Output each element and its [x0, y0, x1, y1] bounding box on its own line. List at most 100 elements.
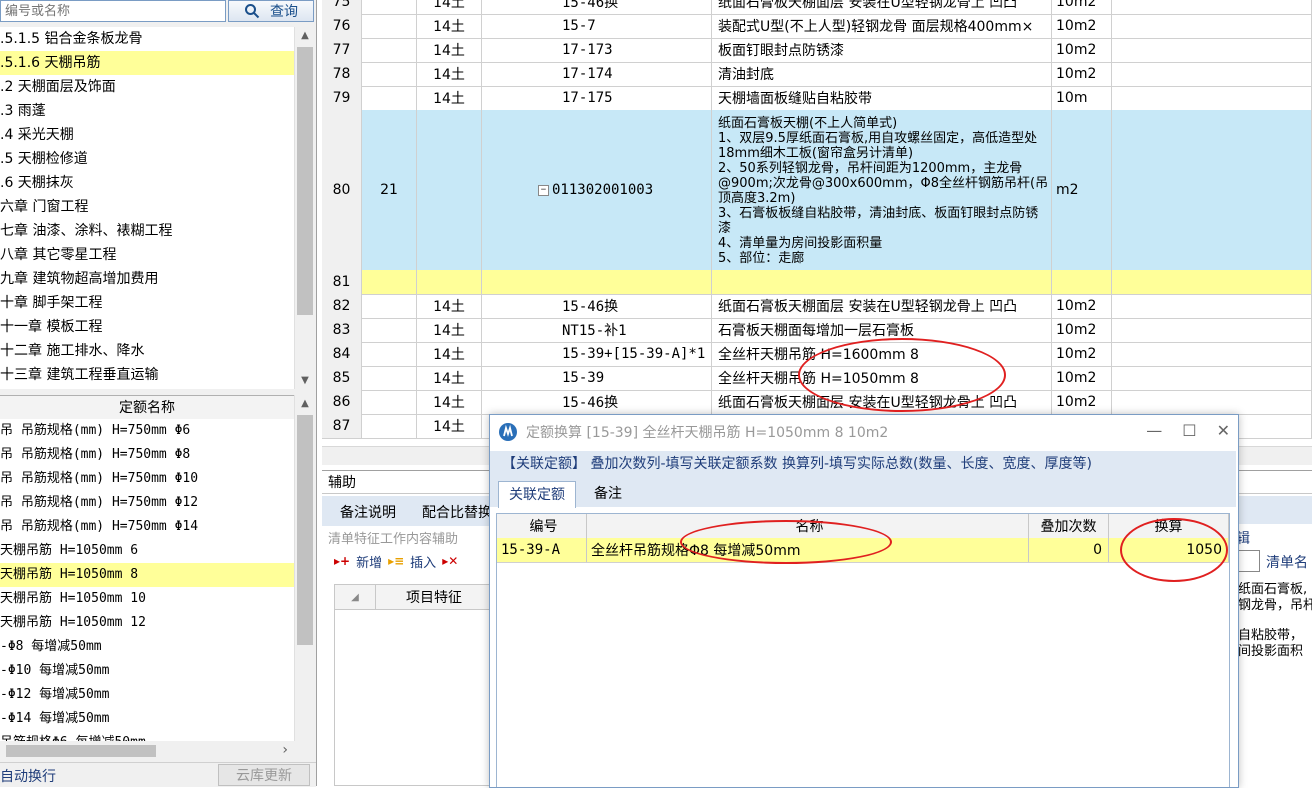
- search-icon: [245, 4, 260, 19]
- tree-item[interactable]: 十三章 建筑工程垂直运输: [0, 363, 294, 387]
- list-item[interactable]: 吊 吊筋规格(mm) H=750mm Φ12: [0, 491, 294, 515]
- list-item[interactable]: 天棚吊筋 H=1050mm 12: [0, 611, 294, 635]
- hscroll-thumb[interactable]: [6, 745, 156, 757]
- maximize-icon[interactable]: ☐: [1182, 421, 1196, 440]
- quota-scrollbar[interactable]: ▲: [294, 395, 315, 741]
- add-button[interactable]: 新增: [356, 552, 382, 571]
- auto-wrap-toggle[interactable]: 自动换行: [0, 766, 56, 786]
- row-unit: 10m: [1052, 86, 1112, 110]
- add-icon[interactable]: ▸+: [334, 554, 350, 568]
- row-seq: [362, 390, 417, 414]
- list-item[interactable]: 天棚吊筋 H=1050mm 10: [0, 587, 294, 611]
- tree-scroll-thumb[interactable]: [297, 47, 313, 315]
- list-item[interactable]: 吊 吊筋规格(mm) H=750mm Φ8: [0, 443, 294, 467]
- insert-icon[interactable]: ▸≡: [388, 554, 404, 568]
- detail-text-line: 钢龙骨，吊杆: [1238, 598, 1312, 613]
- dialog-tabs: 关联定额 备注: [490, 477, 1236, 508]
- scroll-right-icon[interactable]: ›: [282, 742, 288, 758]
- list-item[interactable]: -Φ12 每增减50mm: [0, 683, 294, 707]
- col-name-header[interactable]: 名称: [587, 514, 1029, 538]
- tree-item[interactable]: .4 采光天棚: [0, 123, 294, 147]
- table-row[interactable]: 77 14土 17-173 板面钉眼封点防锈漆 10m2: [322, 38, 1312, 63]
- row-unit: 10m2: [1052, 38, 1112, 62]
- search-input[interactable]: [1, 1, 225, 21]
- table-row[interactable]: 81: [322, 270, 1312, 295]
- list-item[interactable]: -Φ8 每增减50mm: [0, 635, 294, 659]
- collapse-icon[interactable]: −: [538, 184, 549, 196]
- tree-item[interactable]: .3 雨蓬: [0, 99, 294, 123]
- overlay-count-cell[interactable]: 0: [1029, 538, 1109, 562]
- detail-text-line: 自粘胶带，: [1238, 628, 1304, 643]
- quota-conversion-dialog: 定额换算 [15-39] 全丝杆天棚吊筋 H=1050mm 8 10m2 — ☐…: [489, 414, 1239, 788]
- col-conv-header[interactable]: 换算: [1109, 514, 1229, 538]
- row-code: 15-39: [482, 366, 712, 390]
- tree-item[interactable]: 七章 油漆、涂料、裱糊工程: [0, 219, 294, 243]
- dialog-hint: 【关联定额】 叠加次数列-填写关联定额系数 换算列-填写实际总数(数量、长度、宽…: [490, 451, 1236, 477]
- tab-remark-desc[interactable]: 备注说明: [340, 502, 396, 522]
- tree-scrollbar[interactable]: ▲ ▼: [294, 27, 315, 389]
- row-unit: 10m2: [1052, 0, 1112, 14]
- list-name-label: 清单名: [1266, 555, 1308, 571]
- tree-item[interactable]: 十二章 施工排水、降水: [0, 339, 294, 363]
- close-icon[interactable]: ✕: [1217, 421, 1230, 440]
- tree-item[interactable]: .6 天棚抹灰: [0, 171, 294, 195]
- col-code-header[interactable]: 编号: [497, 514, 587, 538]
- quota-name-header[interactable]: 定额名称: [0, 395, 294, 421]
- row-code: 17-174: [482, 62, 712, 86]
- table-row[interactable]: 15-39-A 全丝杆吊筋规格Φ8 每增减50mm 0 1050: [497, 538, 1229, 563]
- table-row[interactable]: 83 14土 NT15-补1 石膏板天棚面每增加一层石膏板 10m2: [322, 318, 1312, 343]
- table-row[interactable]: 85 14土 15-39 全丝杆天棚吊筋 H=1050mm 8 10m2: [322, 366, 1312, 391]
- list-item[interactable]: 天棚吊筋 H=1050mm 6: [0, 539, 294, 563]
- row-number: 83: [322, 318, 362, 342]
- tree-item[interactable]: 六章 门窗工程: [0, 195, 294, 219]
- tree-item[interactable]: 八章 其它零星工程: [0, 243, 294, 267]
- chapter-tree: .5.1.5 铝合金条板龙骨 .5.1.6 天棚吊筋 .2 天棚面层及饰面 .3 雨蓬…: [0, 27, 294, 389]
- detail-checkbox[interactable]: [1238, 550, 1260, 572]
- table-row[interactable]: 82 14土 15-46换 纸面石膏板天棚面层 安装在U型轻钢龙骨上 凹凸 10m2: [322, 294, 1312, 319]
- row-name: 纸面石膏板天棚面层 安装在U型轻钢龙骨上 凹凸: [712, 0, 1052, 14]
- table-row[interactable]: 79 14土 17-175 天棚墙面板缝贴自粘胶带 10m: [322, 86, 1312, 111]
- list-item[interactable]: 吊 吊筋规格(mm) H=750mm Φ10: [0, 467, 294, 491]
- search-button[interactable]: 查询: [228, 0, 314, 22]
- feature-column-header[interactable]: 项目特征: [376, 587, 462, 607]
- table-row[interactable]: 75 14土 15-46换 纸面石膏板天棚面层 安装在U型轻钢龙骨上 凹凸 10m2: [322, 0, 1312, 15]
- minimize-icon[interactable]: —: [1146, 421, 1162, 440]
- list-item[interactable]: 天棚吊筋 H=1050mm 8: [0, 563, 294, 587]
- row-extra: [1112, 366, 1312, 390]
- table-row[interactable]: 76 14土 15-7 装配式U型(不上人型)轻钢龙骨 面层规格400mm× 10m2: [322, 14, 1312, 39]
- search-input-wrapper[interactable]: [0, 0, 226, 22]
- table-row[interactable]: 80 21−011302001003 纸面石膏板天棚(不上人简单式) 1、双层9.5…: [322, 110, 1312, 271]
- tree-item[interactable]: .5.1.6 天棚吊筋: [0, 51, 294, 75]
- tree-item[interactable]: .2 天棚面层及饰面: [0, 75, 294, 99]
- table-row[interactable]: 84 14土 15-39+[15-39-A]*1 全丝杆天棚吊筋 H=1600mm 8…: [322, 342, 1312, 367]
- scroll-up-icon[interactable]: ▲: [295, 395, 315, 412]
- row-extra: [1112, 294, 1312, 318]
- col-count-header[interactable]: 叠加次数: [1029, 514, 1109, 538]
- tab-related-quota[interactable]: 关联定额: [498, 481, 576, 508]
- tree-item[interactable]: .5.1.5 铝合金条板龙骨: [0, 27, 294, 51]
- delete-icon[interactable]: ▸✕: [442, 554, 458, 568]
- insert-button[interactable]: 插入: [410, 552, 436, 571]
- list-item[interactable]: -Φ10 每增减50mm: [0, 659, 294, 683]
- list-item[interactable]: -Φ14 每增减50mm: [0, 707, 294, 731]
- tree-item[interactable]: 十章 脚手架工程: [0, 291, 294, 315]
- quota-hscrollbar[interactable]: ›: [0, 741, 294, 761]
- tab-remark[interactable]: 备注: [584, 481, 632, 507]
- conversion-value-cell[interactable]: 1050: [1109, 538, 1229, 562]
- cloud-update-button[interactable]: 云库更新: [218, 764, 310, 786]
- table-row[interactable]: 86 14土 15-46换 纸面石膏板天棚面层 安装在U型轻钢龙骨上 凹凸 10m2: [322, 390, 1312, 415]
- tree-item[interactable]: 十一章 模板工程: [0, 315, 294, 339]
- table-row[interactable]: 78 14土 17-174 清油封底 10m2: [322, 62, 1312, 87]
- quota-scroll-thumb[interactable]: [297, 415, 313, 645]
- sort-icon[interactable]: ◢: [335, 585, 376, 609]
- tree-item[interactable]: .5 天棚检修道: [0, 147, 294, 171]
- dialog-titlebar[interactable]: 定额换算 [15-39] 全丝杆天棚吊筋 H=1050mm 8 10m2 — ☐…: [490, 415, 1236, 449]
- list-item[interactable]: 吊筋规格Φ6 每增减50mm: [0, 731, 294, 741]
- scroll-down-icon[interactable]: ▼: [295, 372, 315, 389]
- tab-mix-replace[interactable]: 配合比替换: [422, 502, 492, 522]
- row-extra: [1112, 318, 1312, 342]
- tree-item[interactable]: 九章 建筑物超高增加费用: [0, 267, 294, 291]
- list-item[interactable]: 吊 吊筋规格(mm) H=750mm Φ14: [0, 515, 294, 539]
- scroll-up-icon[interactable]: ▲: [295, 27, 315, 44]
- list-item[interactable]: 吊 吊筋规格(mm) H=750mm Φ6: [0, 419, 294, 443]
